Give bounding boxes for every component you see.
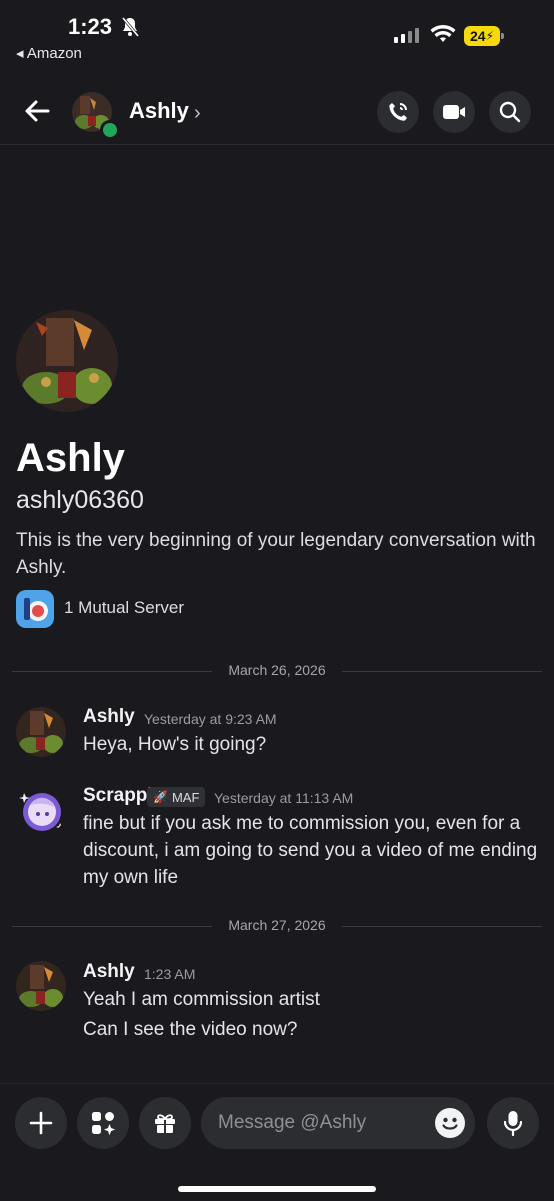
message-author[interactable]: Scrappi xyxy=(83,785,153,807)
home-indicator[interactable] xyxy=(178,1186,376,1192)
gift-icon xyxy=(155,1114,175,1133)
rocket-icon: 🚀 xyxy=(153,790,168,804)
search-icon xyxy=(499,101,521,123)
message-timestamp: Yesterday at 11:13 AM xyxy=(214,790,354,806)
battery-level: 24 xyxy=(469,28,486,44)
status-time: 1:23 xyxy=(68,14,113,39)
message-text: fine but if you ask me to commission you… xyxy=(83,813,538,888)
message-timestamp: 1:23 AM xyxy=(144,966,196,982)
emoji-button[interactable] xyxy=(435,1108,465,1138)
message-author[interactable]: Ashly xyxy=(83,706,135,728)
online-status-dot xyxy=(100,120,120,140)
message-text: Yeah I am commission artist xyxy=(83,989,320,1010)
video-call-button[interactable] xyxy=(433,91,475,133)
mutual-server-icon[interactable] xyxy=(16,590,54,628)
add-attachment-button[interactable] xyxy=(15,1097,67,1149)
cell-signal-icon xyxy=(394,28,419,43)
chevron-right-icon[interactable]: › xyxy=(194,102,201,125)
back-to-app-link[interactable]: ◂ Amazon xyxy=(16,44,82,62)
date-divider-label: March 27, 2026 xyxy=(228,917,326,933)
message-input-placeholder: Message @Ashly xyxy=(218,1112,367,1133)
profile-name: Ashly xyxy=(16,436,125,480)
message-text: Heya, How's it going? xyxy=(83,734,267,755)
microphone-icon xyxy=(503,1111,523,1136)
phone-call-icon xyxy=(389,103,407,121)
conversation-header: Ashly › xyxy=(0,82,554,145)
message-avatar-ashly[interactable] xyxy=(16,707,66,757)
profile-avatar[interactable] xyxy=(16,310,118,412)
message-avatar-ashly[interactable] xyxy=(16,961,66,1011)
voice-message-button[interactable] xyxy=(487,1097,539,1149)
video-call-icon xyxy=(443,105,465,119)
message-text: Can I see the video now? xyxy=(83,1019,298,1040)
mutual-servers-link[interactable]: 1 Mutual Server xyxy=(64,598,184,618)
message-avatar-scrappi[interactable] xyxy=(16,785,66,835)
date-divider: March 27, 2026 xyxy=(12,916,542,936)
gift-button[interactable] xyxy=(139,1097,191,1149)
message-author[interactable]: Ashly xyxy=(83,961,135,983)
search-button[interactable] xyxy=(489,91,531,133)
back-arrow-icon[interactable] xyxy=(22,96,52,126)
wifi-icon xyxy=(430,24,456,42)
date-divider-label: March 26, 2026 xyxy=(228,662,326,678)
voice-call-button[interactable] xyxy=(377,91,419,133)
message-input[interactable]: Message @Ashly xyxy=(201,1097,475,1149)
apps-button[interactable] xyxy=(77,1097,129,1149)
emoji-icon xyxy=(442,1117,458,1130)
status-bar: 1:23 ◂ Amazon 24 ⚡ xyxy=(0,0,554,70)
message-composer: Message @Ashly xyxy=(0,1083,554,1201)
plus-icon xyxy=(29,1111,53,1135)
bell-muted-icon xyxy=(121,17,140,37)
date-divider: March 26, 2026 xyxy=(12,661,542,681)
profile-username: ashly06360 xyxy=(16,486,144,514)
apps-sparkle-icon xyxy=(92,1112,116,1136)
server-tag-badge[interactable]: 🚀 MAF xyxy=(147,787,206,807)
message-timestamp: Yesterday at 9:23 AM xyxy=(144,711,277,727)
server-tag-label: MAF xyxy=(171,789,200,805)
battery-indicator: 24 ⚡ xyxy=(464,26,504,46)
conversation-intro-text: This is the very beginning of your legen… xyxy=(16,530,536,578)
header-name[interactable]: Ashly xyxy=(129,98,189,124)
